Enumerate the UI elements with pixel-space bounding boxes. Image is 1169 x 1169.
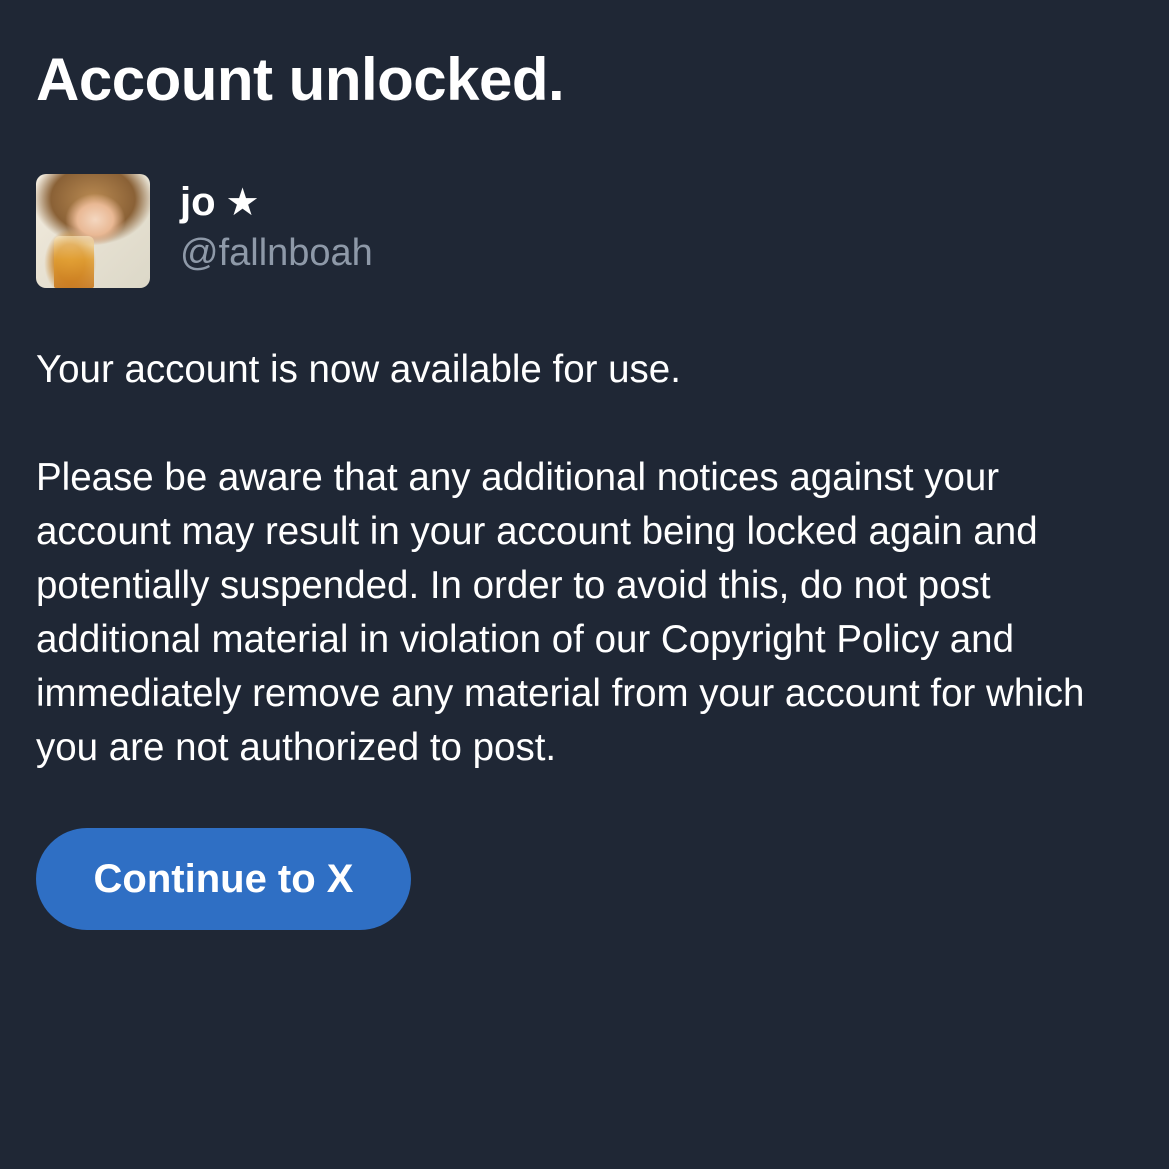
status-message: Your account is now available for use. <box>36 348 681 391</box>
avatar-photo-detail <box>54 236 94 288</box>
policy-notice: Please be aware that any additional noti… <box>36 456 1085 769</box>
display-name-row: jo ★ <box>180 178 373 226</box>
avatar <box>36 174 150 288</box>
continue-button[interactable]: Continue to X <box>36 828 411 930</box>
user-handle: @fallnboah <box>180 232 373 274</box>
display-name: jo <box>180 180 216 224</box>
star-icon: ★ <box>225 180 260 224</box>
user-profile: jo ★ @fallnboah <box>36 174 373 288</box>
page-title: Account unlocked. <box>36 46 565 113</box>
user-info: jo ★ @fallnboah <box>180 174 373 276</box>
account-unlocked-page: Account unlocked. jo ★ @fallnboah Your a… <box>0 0 1169 1169</box>
